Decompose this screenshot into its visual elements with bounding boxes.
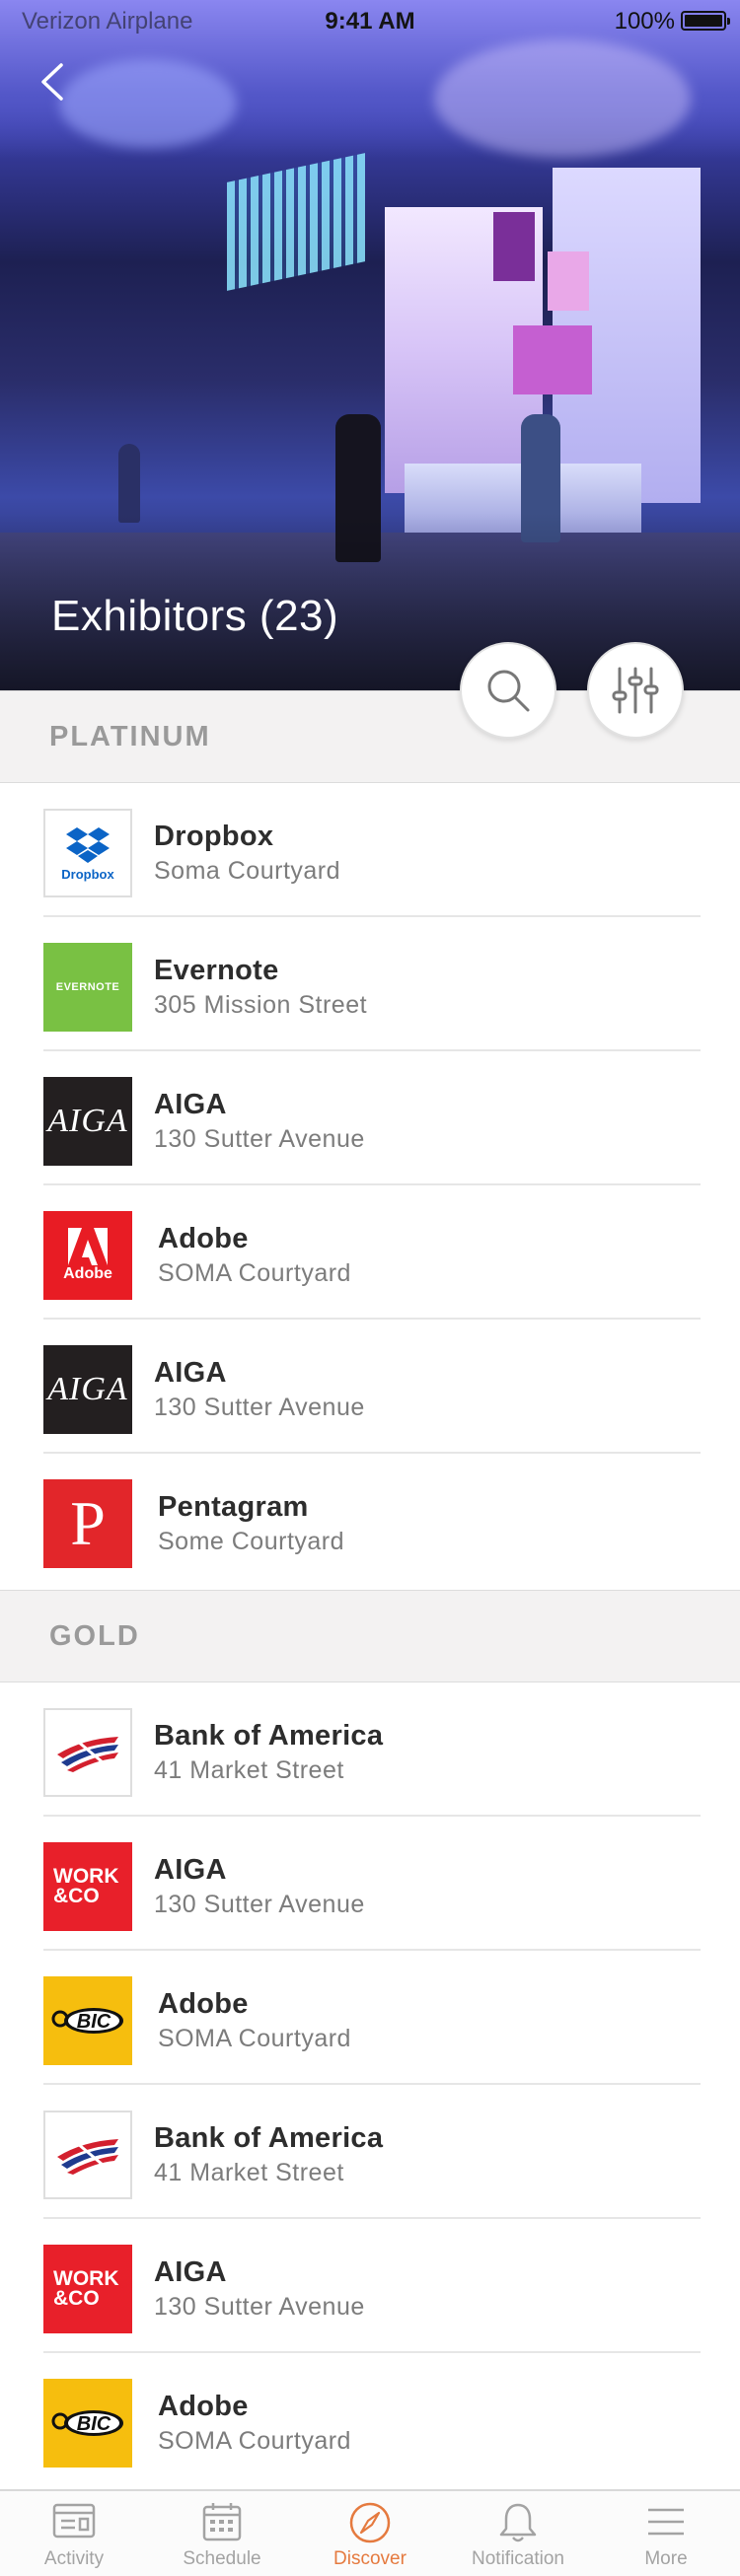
bank-of-america-logo bbox=[43, 1708, 132, 1797]
dropbox-logo: Dropbox bbox=[43, 809, 132, 897]
list-item[interactable]: Adobe Adobe SOMA Courtyard bbox=[0, 1185, 740, 1320]
exhibitor-location: 130 Sutter Avenue bbox=[154, 1125, 365, 1153]
bank-of-america-logo bbox=[43, 2111, 132, 2199]
tab-label: Activity bbox=[43, 2548, 105, 2569]
tab-label: Schedule bbox=[183, 2548, 261, 2569]
logo-text: WORK &CO bbox=[53, 1865, 119, 1907]
exhibitor-list-platinum: Dropbox Dropbox Soma Courtyard EVERNOTE … bbox=[0, 783, 740, 1588]
tab-bar: Activity Schedule Discover Notification bbox=[0, 2489, 740, 2576]
filter-button[interactable] bbox=[587, 642, 684, 739]
list-item[interactable]: Dropbox Dropbox Soma Courtyard bbox=[0, 783, 740, 917]
exhibitor-name: AIGA bbox=[154, 2256, 227, 2288]
exhibitor-location: 305 Mission Street bbox=[154, 991, 368, 1019]
list-item[interactable]: BIC Adobe SOMA Courtyard bbox=[0, 2353, 740, 2487]
exhibitor-location: SOMA Courtyard bbox=[158, 2427, 351, 2455]
bic-logo: BIC bbox=[43, 2379, 132, 2468]
hero-image bbox=[0, 0, 740, 690]
list-item[interactable]: Bank of America 41 Market Street bbox=[0, 1682, 740, 1817]
pentagram-logo: P bbox=[43, 1479, 132, 1568]
logo-text: WORK &CO bbox=[53, 2267, 119, 2310]
calendar-icon bbox=[202, 2503, 242, 2541]
tab-label: More bbox=[644, 2548, 688, 2569]
exhibitor-name: Pentagram bbox=[158, 1491, 309, 1523]
exhibitor-location: SOMA Courtyard bbox=[158, 2025, 351, 2052]
bic-logo: BIC bbox=[43, 1976, 132, 2065]
section-header-gold: GOLD bbox=[0, 1590, 740, 1682]
list-item[interactable]: AIGA AIGA 130 Sutter Avenue bbox=[0, 1051, 740, 1185]
search-icon bbox=[487, 670, 530, 712]
exhibitor-location: 130 Sutter Avenue bbox=[154, 1394, 365, 1421]
battery-icon bbox=[681, 11, 730, 31]
compass-icon bbox=[349, 2502, 391, 2543]
exhibitor-name: Adobe bbox=[158, 1988, 249, 2020]
adobe-logo: Adobe bbox=[43, 1211, 132, 1300]
exhibitor-name: Dropbox bbox=[154, 821, 274, 852]
exhibitor-location: SOMA Courtyard bbox=[158, 1259, 351, 1287]
evernote-logo: EVERNOTE bbox=[43, 943, 132, 1032]
tab-more[interactable]: More bbox=[592, 2491, 740, 2576]
exhibitor-name: AIGA bbox=[154, 1357, 227, 1389]
sliders-icon bbox=[612, 667, 659, 714]
exhibitor-list-gold: Bank of America 41 Market Street WORK &C… bbox=[0, 1682, 740, 2487]
list-item[interactable]: WORK &CO AIGA 130 Sutter Avenue bbox=[0, 2219, 740, 2353]
logo-text: AIGA bbox=[47, 1103, 128, 1139]
exhibitor-location: Some Courtyard bbox=[158, 1528, 345, 1555]
list-item[interactable]: Bank of America 41 Market Street bbox=[0, 2085, 740, 2219]
exhibitor-name: AIGA bbox=[154, 1089, 227, 1120]
exhibitor-name: Adobe bbox=[158, 1223, 249, 1254]
work-and-co-logo: WORK &CO bbox=[43, 1842, 132, 1931]
menu-icon bbox=[648, 2508, 684, 2536]
exhibitor-name: Bank of America bbox=[154, 1720, 384, 1752]
exhibitor-name: AIGA bbox=[154, 1854, 227, 1886]
exhibitor-name: Bank of America bbox=[154, 2122, 384, 2154]
list-item[interactable]: WORK &CO AIGA 130 Sutter Avenue bbox=[0, 1817, 740, 1951]
back-button[interactable] bbox=[30, 57, 79, 107]
aiga-logo: AIGA bbox=[43, 1345, 132, 1434]
exhibitor-location: 130 Sutter Avenue bbox=[154, 2293, 365, 2321]
logo-text: Adobe bbox=[63, 1265, 112, 1282]
section-title: GOLD bbox=[49, 1620, 140, 1652]
list-item[interactable]: P Pentagram Some Courtyard bbox=[0, 1454, 740, 1588]
logo-text: EVERNOTE bbox=[55, 981, 120, 993]
tab-activity[interactable]: Activity bbox=[0, 2491, 148, 2576]
status-bar: Verizon Airplane 9:41 AM 100% bbox=[0, 0, 740, 41]
page-title: Exhibitors (23) bbox=[51, 592, 339, 640]
list-item[interactable]: EVERNOTE Evernote 305 Mission Street bbox=[0, 917, 740, 1051]
exhibitor-name: Evernote bbox=[154, 955, 279, 986]
work-and-co-logo: WORK &CO bbox=[43, 2245, 132, 2333]
tab-notification[interactable]: Notification bbox=[444, 2491, 592, 2576]
activity-icon bbox=[52, 2503, 96, 2539]
logo-text: P bbox=[70, 1488, 106, 1558]
exhibitor-location: 41 Market Street bbox=[154, 2159, 344, 2186]
exhibitor-location: 130 Sutter Avenue bbox=[154, 1891, 365, 1918]
logo-text: BIC bbox=[77, 2011, 111, 2033]
logo-text: BIC bbox=[77, 2413, 111, 2435]
battery-percent: 100% bbox=[614, 8, 675, 35]
chevron-left-icon bbox=[41, 63, 63, 101]
list-item[interactable]: AIGA AIGA 130 Sutter Avenue bbox=[0, 1320, 740, 1454]
exhibitor-location: Soma Courtyard bbox=[154, 857, 341, 885]
tab-schedule[interactable]: Schedule bbox=[148, 2491, 296, 2576]
exhibitor-location: 41 Market Street bbox=[154, 1756, 344, 1784]
tab-label: Discover bbox=[333, 2548, 407, 2569]
tab-label: Notification bbox=[472, 2548, 564, 2569]
list-item[interactable]: BIC Adobe SOMA Courtyard bbox=[0, 1951, 740, 2085]
logo-text: AIGA bbox=[47, 1371, 128, 1407]
aiga-logo: AIGA bbox=[43, 1077, 132, 1166]
bell-icon bbox=[499, 2503, 537, 2542]
section-title: PLATINUM bbox=[49, 721, 211, 752]
exhibitor-name: Adobe bbox=[158, 2391, 249, 2422]
search-button[interactable] bbox=[460, 642, 556, 739]
tab-discover[interactable]: Discover bbox=[296, 2491, 444, 2576]
logo-text: Dropbox bbox=[61, 866, 114, 882]
